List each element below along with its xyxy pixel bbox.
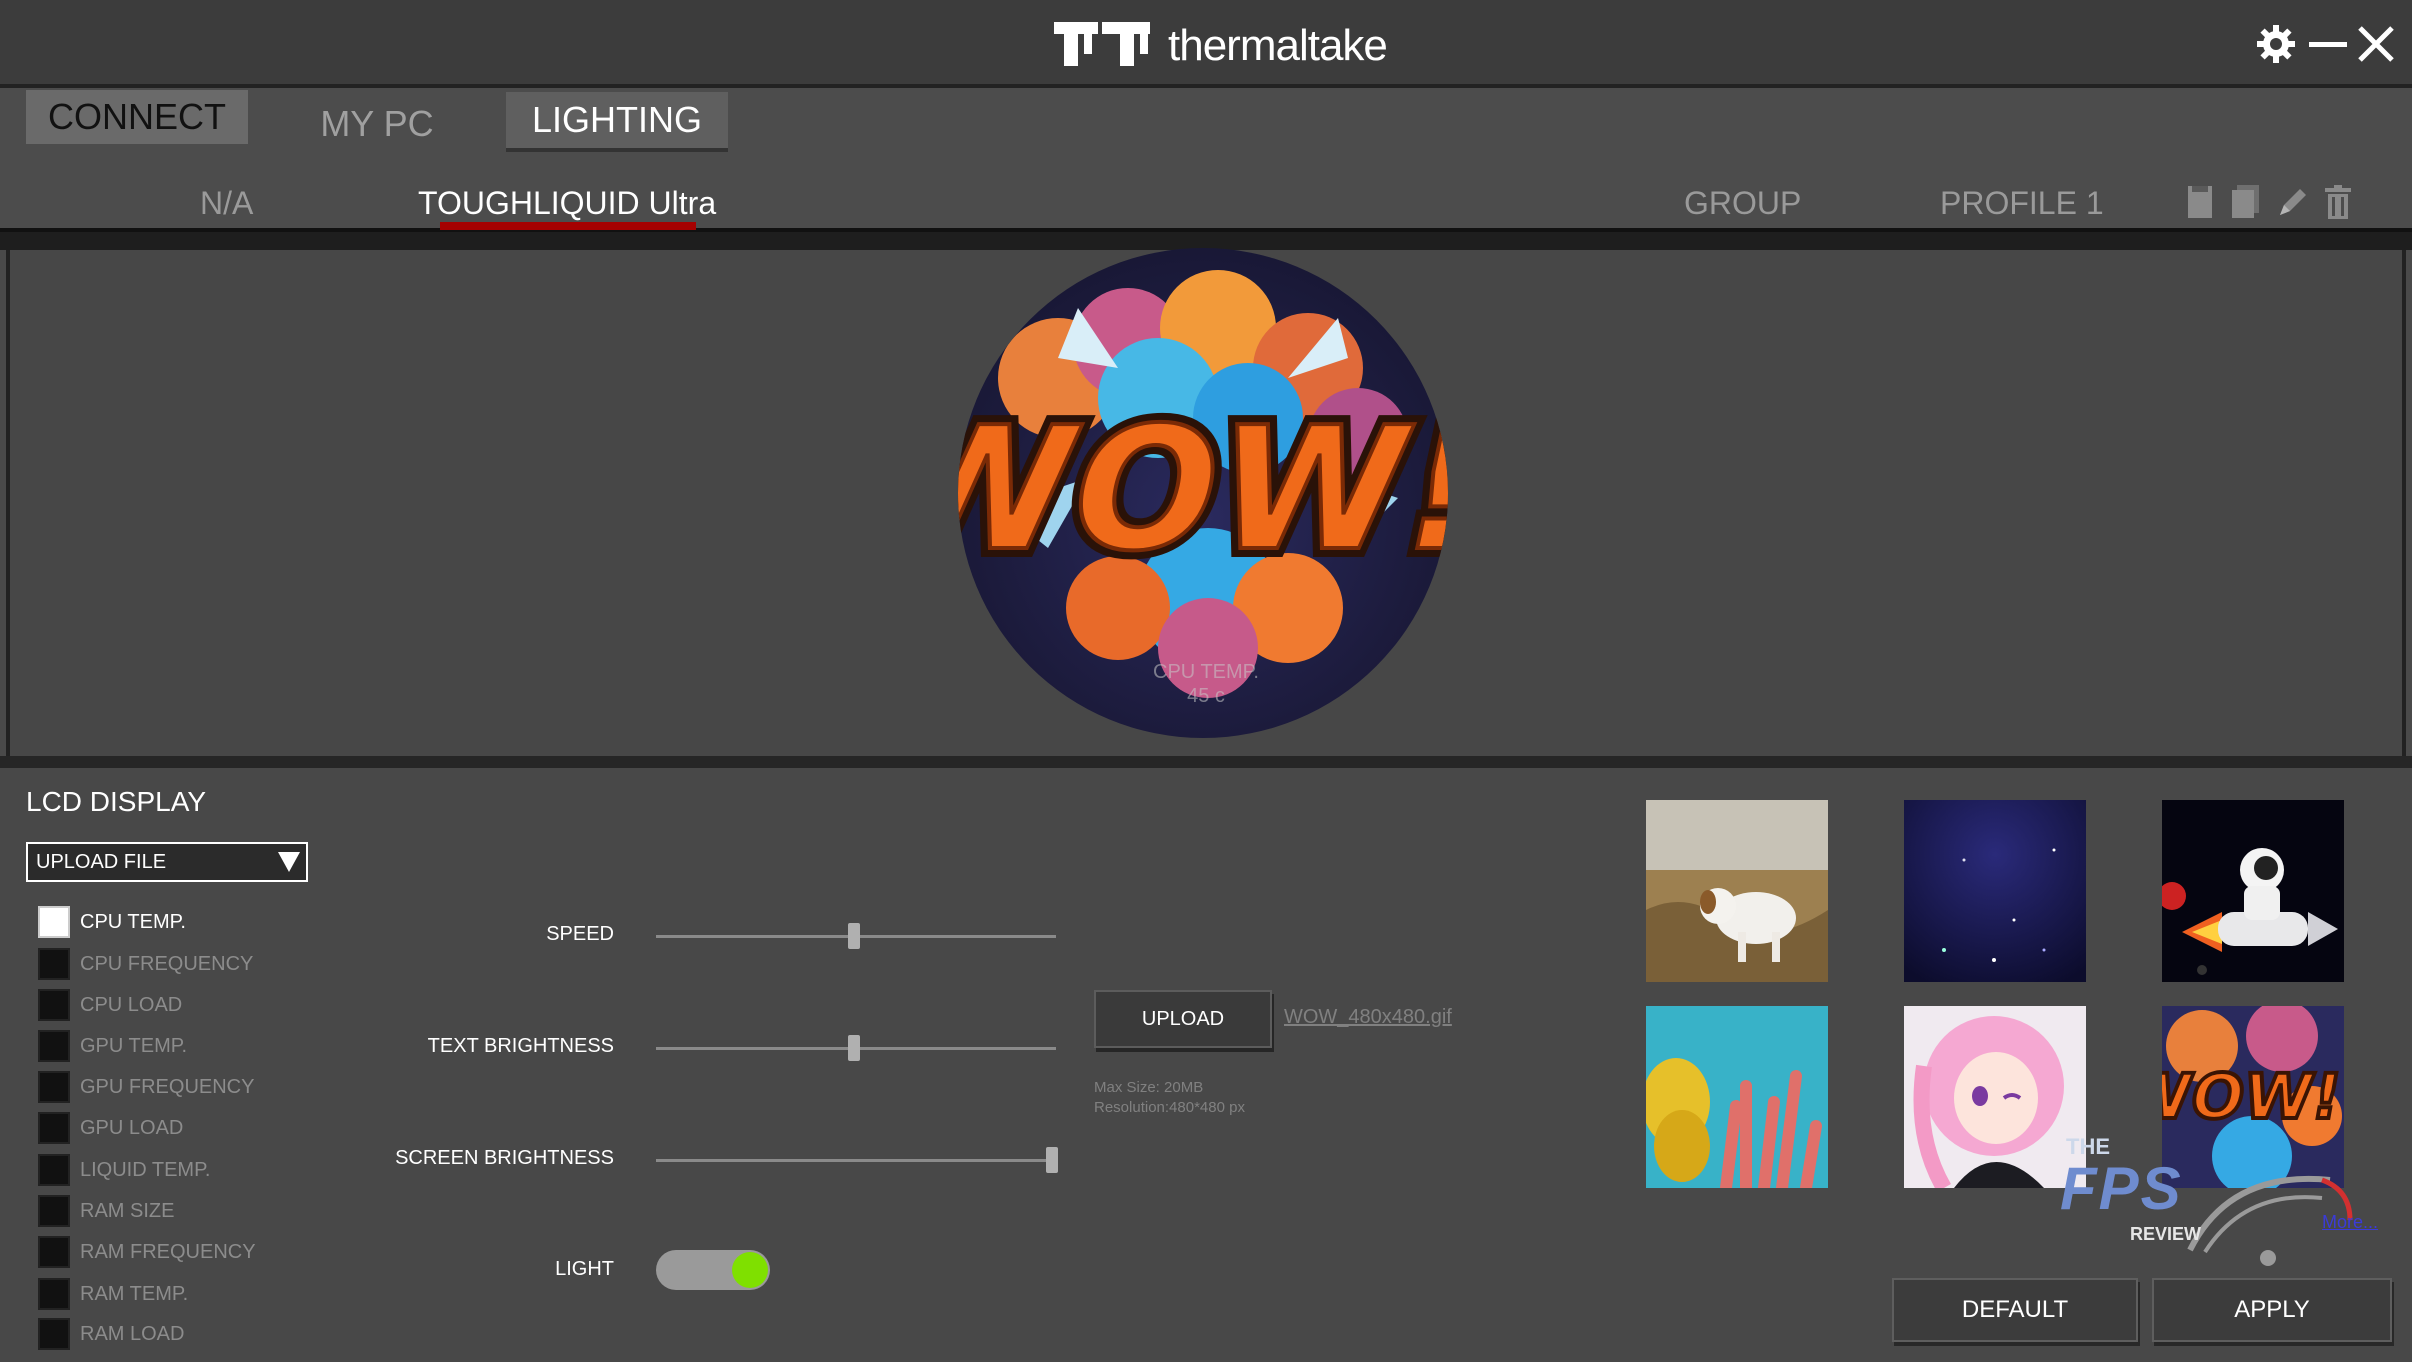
text-brightness-label: TEXT BRIGHTNESS [427,1035,614,1057]
metric-option[interactable]: GPU TEMP. [38,1030,187,1062]
metric-checkbox[interactable] [38,1071,70,1103]
metric-option[interactable]: CPU FREQUENCY [38,948,253,980]
metric-option[interactable]: GPU FREQUENCY [38,1071,254,1103]
gallery-thumb-dog[interactable] [1646,800,1828,982]
brand-wordmark: thermaltake [1168,21,1388,70]
metric-label: RAM FREQUENCY [80,1240,256,1263]
speed-label: SPEED [546,923,614,945]
tt-logo-icon [1054,22,1150,70]
lcd-overlay-value: 45 c [1187,685,1225,707]
metric-label: CPU TEMP. [80,910,186,933]
screen-brightness-slider-track[interactable] [656,1159,1056,1162]
metric-option[interactable]: CPU TEMP. [38,906,186,938]
fps-review-watermark: THE FPS REVIEW [2060,1134,2380,1270]
svg-text:WOW!: WOW! [2162,1060,2344,1132]
device-tab-na[interactable]: N/A [200,182,253,224]
metric-checkbox[interactable] [38,989,70,1021]
metric-checkbox[interactable] [38,1030,70,1062]
minimize-icon[interactable] [2306,22,2350,66]
metric-label: RAM SIZE [80,1199,175,1222]
tab-my-pc[interactable]: MY PC [300,96,454,152]
settings-gear-icon[interactable] [2254,22,2298,66]
gallery-thumb-coral[interactable] [1646,1006,1828,1188]
lcd-source-select[interactable]: UPLOAD FILE [26,842,308,882]
metric-label: GPU TEMP. [80,1034,188,1057]
active-device-underline [440,222,696,230]
group-tab[interactable]: GROUP [1684,182,1801,224]
thermaltake-logo: thermaltake [1054,20,1388,72]
metric-option[interactable]: RAM FREQUENCY [38,1236,256,1268]
toggle-knob [732,1252,768,1288]
screen-brightness-slider-thumb[interactable] [1046,1147,1058,1173]
metric-option[interactable]: CPU LOAD [38,989,182,1021]
text-brightness-slider-thumb[interactable] [848,1035,860,1061]
upload-info: Max Size: 20MB Resolution:480*480 px [1094,1078,1245,1118]
lcd-overlay-label: CPU TEMP. [1153,661,1259,683]
metric-checkbox[interactable] [38,1112,70,1144]
preview-divider [0,756,2412,768]
metric-checkbox[interactable] [38,1154,70,1186]
profile-new-icon[interactable] [2184,184,2216,220]
metric-label: CPU FREQUENCY [80,952,254,975]
device-tab-toughliquid[interactable]: TOUGHLIQUID Ultra [418,182,716,224]
watermark-fps: FPS [2060,1155,2183,1222]
watermark-review: REVIEW [2130,1224,2202,1244]
uploaded-file-link[interactable]: WOW_480x480.gif [1284,1006,1452,1029]
light-toggle[interactable] [656,1250,770,1290]
gallery-thumb-astronaut[interactable] [2162,800,2344,982]
gallery-thumb-anime[interactable] [1904,1006,2086,1188]
tab-connect[interactable]: CONNECT [26,90,248,144]
upload-max-size: Max Size: 20MB [1094,1079,1204,1096]
upload-button[interactable]: UPLOAD [1094,990,1272,1048]
speed-slider-thumb[interactable] [848,923,860,949]
apply-button[interactable]: APPLY [2152,1278,2392,1342]
lcd-source-value: UPLOAD FILE [36,850,167,873]
metric-checkbox[interactable] [38,948,70,980]
profile-copy-icon[interactable] [2230,184,2262,220]
metric-option[interactable]: LIQUID TEMP. [38,1154,210,1186]
metric-option[interactable]: RAM TEMP. [38,1278,188,1310]
metric-option[interactable]: GPU LOAD [38,1112,183,1144]
svg-text:WOW!: WOW! [958,390,1448,589]
screen-brightness-label: SCREEN BRIGHTNESS [395,1147,614,1169]
metric-checkbox[interactable] [38,1318,70,1350]
metric-checkbox[interactable] [38,1278,70,1310]
metric-label: GPU LOAD [80,1116,184,1139]
metric-option[interactable]: RAM SIZE [38,1195,174,1227]
default-button[interactable]: DEFAULT [1892,1278,2138,1342]
metric-label: LIQUID TEMP. [80,1158,211,1181]
profile-delete-trash-icon[interactable] [2322,184,2354,220]
profile-rename-pencil-icon[interactable] [2276,184,2308,220]
metric-label: RAM TEMP. [80,1282,189,1305]
metric-label: GPU FREQUENCY [80,1075,255,1098]
header-divider [0,228,2412,250]
upload-resolution: Resolution:480*480 px [1094,1099,1245,1116]
gallery-thumb-starfield[interactable] [1904,800,2086,982]
close-icon[interactable] [2354,22,2398,66]
metric-checkbox[interactable] [38,906,70,938]
more-link[interactable]: More... [2322,1212,2378,1233]
lcd-display-title: LCD DISPLAY [26,786,206,817]
dropdown-caret-icon [278,852,300,872]
metric-label: CPU LOAD [80,993,183,1016]
light-label: LIGHT [555,1258,614,1280]
metric-option[interactable]: RAM LOAD [38,1318,184,1350]
profile-selector[interactable]: PROFILE 1 [1940,182,2104,224]
metric-checkbox[interactable] [38,1195,70,1227]
metric-label: RAM LOAD [80,1322,185,1345]
metric-checkbox[interactable] [38,1236,70,1268]
tab-lighting[interactable]: LIGHTING [506,92,728,152]
lcd-overlay-metric: CPU TEMP. 45 c [1106,660,1306,708]
